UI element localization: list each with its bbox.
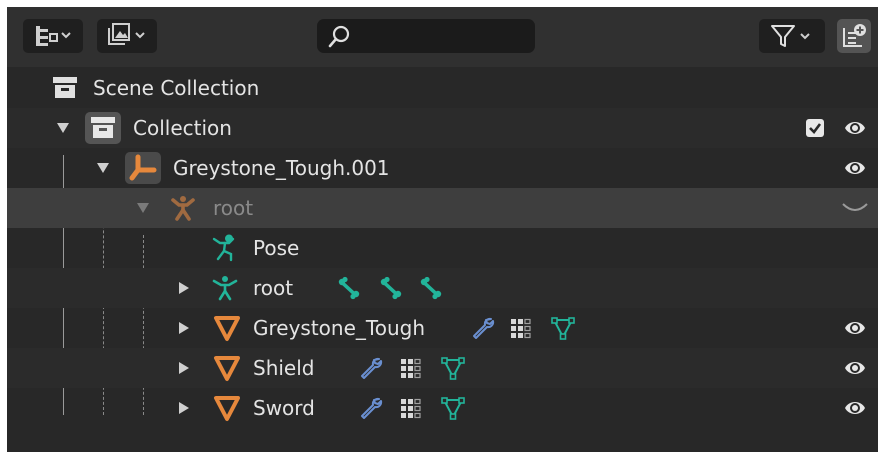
outliner-header [7,7,878,67]
wrench-icon[interactable] [359,356,383,380]
mesh-object-icon [213,354,241,382]
new-collection-icon [843,24,866,47]
vertex-groups-icon[interactable] [509,316,533,340]
tree-label: root [253,276,294,300]
disclosure-triangle[interactable] [179,282,189,294]
mesh-data-icon[interactable] [551,316,575,340]
tree-label: Greystone_Tough.001 [173,156,390,180]
tree-row-mesh-greystone[interactable]: Greystone_Tough [7,308,878,348]
bone-icon[interactable] [419,276,443,300]
collection-icon [91,117,115,138]
search-icon [328,25,350,48]
pose-icon [211,234,239,262]
wrench-icon[interactable] [471,316,495,340]
image-stack-icon [108,23,145,45]
armature-data-icon [171,196,195,221]
tree-label: Collection [133,116,232,140]
outliner-tree: Scene Collection Collection Greystone_To… [7,68,878,428]
tree-row-scene-collection[interactable]: Scene Collection [7,68,878,108]
visibility-eye-icon[interactable] [843,157,867,179]
exclude-checkbox[interactable] [805,118,825,138]
vertex-groups-icon[interactable] [399,396,423,420]
filter-menu-dropdown[interactable] [97,19,157,53]
disclosure-triangle[interactable] [179,402,189,414]
bone-icon[interactable] [337,276,361,300]
vertex-groups-icon[interactable] [399,356,423,380]
disclosure-triangle[interactable] [179,322,189,334]
tree-label: root [213,196,254,220]
outliner-view-icon [36,26,71,46]
new-collection-button[interactable] [837,19,871,53]
display-mode-dropdown[interactable] [23,19,83,53]
visibility-eye-icon[interactable] [843,397,867,419]
tree-row-mesh-sword[interactable]: Sword [7,388,878,428]
visibility-eye-icon[interactable] [843,317,867,339]
tree-label: Greystone_Tough [253,316,426,340]
funnel-icon [771,25,810,47]
disclosure-triangle[interactable] [97,163,109,173]
tree-row-pose[interactable]: Pose [7,228,878,268]
tree-label: Sword [253,396,315,420]
tree-label: Pose [253,236,300,260]
tree-label: Shield [253,356,315,380]
bone-root-icon [212,276,238,301]
chevron-down-icon[interactable] [841,202,869,214]
visibility-eye-icon[interactable] [843,357,867,379]
bone-icon[interactable] [379,276,403,300]
tree-label: Scene Collection [93,76,260,100]
disclosure-triangle[interactable] [57,123,69,133]
search-field[interactable] [317,19,535,53]
disclosure-triangle[interactable] [137,203,149,213]
mesh-data-icon[interactable] [441,396,465,420]
visibility-eye-icon[interactable] [843,117,867,139]
tree-row-root-armature[interactable]: root [7,188,878,228]
scene-collection-icon [53,77,77,98]
mesh-object-icon [213,314,241,342]
outliner-editor: Scene Collection Collection Greystone_To… [7,7,878,452]
tree-row-mesh-shield[interactable]: Shield [7,348,878,388]
armature-object-icon [129,154,157,181]
tree-row-collection[interactable]: Collection [7,108,878,148]
mesh-object-icon [213,394,241,422]
tree-row-root-bone[interactable]: root [7,268,878,308]
tree-row-armature-object[interactable]: Greystone_Tough.001 [7,148,878,188]
mesh-data-icon[interactable] [441,356,465,380]
disclosure-triangle[interactable] [179,362,189,374]
filter-popover-button[interactable] [759,19,825,53]
wrench-icon[interactable] [359,396,383,420]
